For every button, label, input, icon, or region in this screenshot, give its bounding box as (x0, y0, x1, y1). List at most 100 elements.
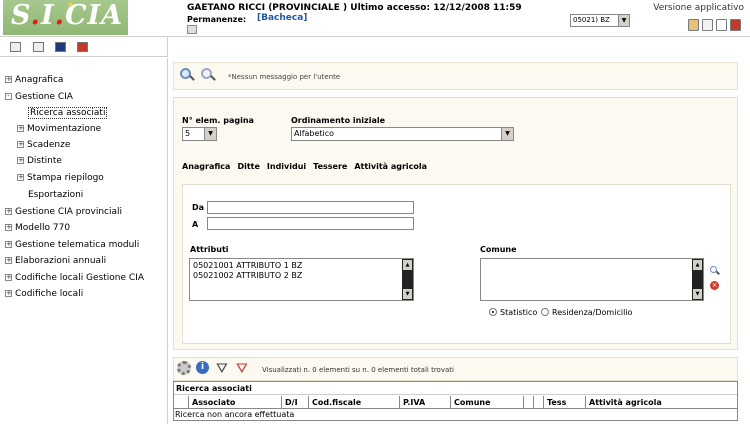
tab-individui[interactable]: Individui (267, 162, 306, 171)
sidebar-item-label: Esportazioni (28, 190, 84, 200)
sidebar-item-label: Codifiche locali Gestione CIA (15, 273, 144, 283)
expand-icon[interactable]: + (5, 290, 12, 297)
attributi-scrollbar[interactable]: ▲ ▼ (402, 259, 413, 300)
expand-icon[interactable]: + (5, 224, 12, 231)
sidebar-item-gestione-telematica[interactable]: + Gestione telematica moduli (5, 240, 139, 250)
sidebar-item-scadenze[interactable]: + Scadenze (17, 140, 70, 150)
radio-statistico[interactable]: Statistico (489, 308, 537, 317)
column-header-associato[interactable]: Associato (189, 396, 282, 409)
column-header-di[interactable]: D/I (282, 396, 309, 409)
search-reset-icon[interactable] (201, 68, 216, 83)
book-icon[interactable] (688, 19, 699, 31)
sidebar-item-gestione-cia-provinciali[interactable]: + Gestione CIA provinciali (5, 207, 122, 217)
sidebar-item-gestione-cia[interactable]: - Gestione CIA (5, 92, 73, 102)
comune-list[interactable]: ▲ ▼ (480, 258, 704, 301)
sidebar-item-movimentazione[interactable]: + Movimentazione (17, 124, 101, 134)
version-link[interactable]: Versione applicativo (653, 3, 744, 13)
permanenze-icon[interactable] (187, 25, 197, 34)
column-header-piva[interactable]: P.IVA (400, 396, 451, 409)
clear-comune-icon[interactable]: × (710, 281, 719, 290)
list-item[interactable]: 05021001 ATTRIBUTO 1 BZ (193, 261, 410, 271)
sidebar-item-esportazioni[interactable]: Esportazioni (28, 190, 83, 200)
expand-icon[interactable]: + (5, 241, 12, 248)
search-icon[interactable] (180, 68, 195, 83)
radio-residenza[interactable]: Residenza/Domicilio (541, 308, 632, 317)
expand-icon[interactable]: + (5, 257, 12, 264)
column-header-blank-2 (534, 396, 544, 409)
da-label: Da (192, 203, 205, 212)
expand-icon[interactable]: + (17, 157, 24, 164)
filter-remove-icon[interactable]: ⛛ (236, 361, 252, 377)
column-header-select (174, 396, 189, 409)
tab-ditte[interactable]: Ditte (237, 162, 259, 171)
chevron-down-icon[interactable]: ▼ (204, 128, 216, 140)
expand-icon[interactable]: + (5, 76, 12, 83)
a-input[interactable] (207, 217, 414, 230)
column-header-tess[interactable]: Tess (544, 396, 586, 409)
province-select[interactable]: 05021) BZ ▼ (570, 14, 630, 27)
column-header-cod-fiscale[interactable]: Cod.fiscale (309, 396, 400, 409)
filter-tabs: Anagrafica Ditte Individui Tessere Attiv… (182, 162, 427, 171)
expand-icon[interactable]: + (5, 274, 12, 281)
sidebar-item-label: Gestione CIA provinciali (15, 207, 123, 217)
scroll-up-icon[interactable]: ▲ (693, 260, 702, 270)
expand-icon[interactable]: + (17, 125, 24, 132)
search-comune-icon[interactable] (710, 266, 720, 276)
permanenze-value[interactable]: [Bacheca] (257, 13, 307, 23)
mail-icon[interactable] (716, 19, 727, 31)
chevron-down-icon[interactable]: ▼ (501, 128, 513, 140)
info-icon[interactable]: i (196, 361, 212, 377)
table-header: Associato D/I Cod.fiscale P.IVA Comune T… (174, 396, 737, 409)
collapse-all-icon[interactable] (33, 42, 44, 52)
exit-icon[interactable] (730, 19, 741, 31)
settings-icon[interactable] (177, 361, 193, 377)
sidebar-item-ricerca-associati[interactable]: Ricerca associati (28, 107, 108, 119)
column-header-attivita-agricola[interactable]: Attività agricola (586, 396, 739, 409)
da-input[interactable] (207, 201, 414, 214)
tab-anagrafica[interactable]: Anagrafica (182, 162, 230, 171)
expand-icon[interactable]: + (17, 174, 24, 181)
collapse-icon[interactable]: - (5, 93, 12, 100)
sidebar-item-distinte[interactable]: + Distinte (17, 156, 62, 166)
list-item[interactable]: 05021002 ATTRIBUTO 2 BZ (193, 271, 410, 281)
scroll-down-icon[interactable]: ▼ (403, 289, 412, 299)
results-empty-message: Ricerca non ancora effettuata (175, 410, 295, 419)
document-icon[interactable] (702, 19, 713, 31)
tab-attivita-agricola[interactable]: Attività agricola (354, 162, 427, 171)
expand-icon[interactable]: + (17, 141, 24, 148)
scroll-down-icon[interactable]: ▼ (693, 289, 702, 299)
results-title: Ricerca associati (174, 382, 737, 395)
radio-off-icon[interactable] (541, 308, 549, 316)
attributi-list[interactable]: 05021001 ATTRIBUTO 1 BZ 05021002 ATTRIBU… (189, 258, 414, 301)
print-icon[interactable] (77, 42, 88, 52)
province-select-value: 05021) BZ (573, 16, 610, 24)
tab-tessere[interactable]: Tessere (313, 162, 347, 171)
comune-scrollbar[interactable]: ▲ ▼ (692, 259, 703, 300)
attributi-label: Attributi (190, 245, 229, 254)
expand-all-icon[interactable] (10, 42, 21, 52)
order-label: Ordinamento iniziale (291, 116, 386, 125)
sidebar-item-label: Codifiche locali (15, 289, 84, 299)
radio-on-icon[interactable] (489, 308, 497, 316)
radio-residenza-label: Residenza/Domicilio (552, 308, 633, 317)
chevron-down-icon[interactable]: ▼ (618, 15, 629, 26)
sidebar-item-anagrafica[interactable]: + Anagrafica (5, 75, 63, 85)
results-status: Visualizzati n. 0 elementi su n. 0 eleme… (262, 366, 454, 374)
sidebar-item-codifiche-gestione-cia[interactable]: + Codifiche locali Gestione CIA (5, 273, 144, 283)
search-filter-panel: N° elem. pagina 5 ▼ Ordinamento iniziale… (173, 97, 738, 350)
bookmark-icon[interactable] (55, 42, 66, 52)
page-size-select[interactable]: 5 ▼ (182, 127, 217, 141)
order-select[interactable]: Alfabetico ▼ (291, 127, 514, 141)
sidebar-item-stampa-riepilogo[interactable]: + Stampa riepilogo (17, 173, 104, 183)
sidebar-item-elaborazioni-annuali[interactable]: + Elaborazioni annuali (5, 256, 106, 266)
sidebar-item-modello-770[interactable]: + Modello 770 (5, 223, 70, 233)
tab-content: Da A Attributi 05021001 ATTRIBUTO 1 BZ 0… (182, 184, 731, 344)
sidebar-item-codifiche-locali[interactable]: + Codifiche locali (5, 289, 83, 299)
filter-icon[interactable]: ⛛ (216, 361, 232, 377)
scroll-up-icon[interactable]: ▲ (403, 260, 412, 270)
column-header-comune[interactable]: Comune (451, 396, 524, 409)
app-logo[interactable]: S.I.CIA ★ (3, 0, 128, 35)
expand-icon[interactable]: + (5, 208, 12, 215)
app-header: S.I.CIA ★ GAETANO RICCI (PROVINCIALE ) U… (0, 0, 750, 37)
sidebar-tree: + Anagrafica - Gestione CIA Ricerca associ… (0, 58, 168, 424)
